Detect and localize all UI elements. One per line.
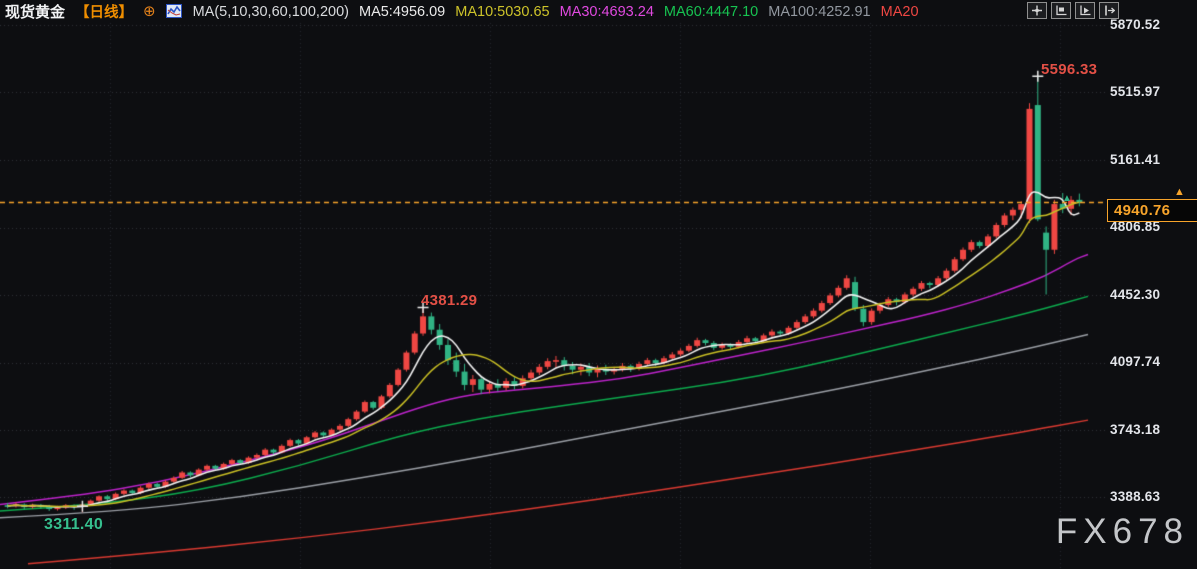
indicator-chart-icon[interactable]	[166, 4, 183, 19]
circle-plus-icon[interactable]: ⊕	[143, 5, 156, 19]
low-annotation: 3311.40	[44, 516, 103, 534]
crosshair-icon	[1031, 5, 1043, 16]
chart-toolbar	[1027, 2, 1119, 19]
ma10-value: MA10:5030.65	[455, 4, 549, 20]
axis-tick: 4452.30	[1110, 287, 1160, 302]
exit-arrow-icon	[1103, 5, 1115, 16]
ma100-value: MA100:4252.91	[768, 4, 870, 20]
ma30-value: MA30:4693.24	[560, 4, 654, 20]
swing-high-annotation: 4381.29	[421, 292, 477, 309]
high-annotation: 5596.33	[1041, 61, 1097, 78]
axis-tick: 4097.74	[1110, 354, 1160, 369]
current-price-tag: 4940.76	[1107, 199, 1197, 222]
axis-tick: 5870.52	[1110, 17, 1160, 32]
axis-scale-button[interactable]	[1051, 2, 1071, 19]
price-axis[interactable]: 5870.52 5515.97 5161.41 4806.85 4452.30 …	[1106, 0, 1197, 569]
ma60-value: MA60:4447.10	[664, 4, 758, 20]
axis-box-icon	[1055, 5, 1067, 16]
axis-tick: 3743.18	[1110, 422, 1160, 437]
chart-header: 现货黄金 【日线】 ⊕ MA(5,10,30,60,100,200) MA5:4…	[5, 0, 919, 23]
candlestick-chart[interactable]	[0, 0, 1197, 569]
chart-window: 现货黄金 【日线】 ⊕ MA(5,10,30,60,100,200) MA5:4…	[0, 0, 1197, 569]
axis-play-icon	[1079, 5, 1091, 16]
last-price-arrow-icon: ▲	[1062, 193, 1072, 204]
instrument-title: 现货黄金	[5, 1, 65, 22]
ma5-value: MA5:4956.09	[359, 4, 445, 20]
axis-tick: 5161.41	[1110, 152, 1160, 167]
timeframe-label[interactable]: 【日线】	[75, 1, 133, 22]
crosshair-button[interactable]	[1027, 2, 1047, 19]
playback-button[interactable]	[1075, 2, 1095, 19]
axis-tick: 5515.97	[1110, 84, 1160, 99]
exit-view-button[interactable]	[1099, 2, 1119, 19]
axis-tick: 3388.63	[1110, 489, 1160, 504]
axis-up-arrow-icon: ▲	[1174, 186, 1185, 198]
ma200-value: MA20	[881, 4, 919, 20]
ma-params-label: MA(5,10,30,60,100,200)	[193, 4, 349, 20]
